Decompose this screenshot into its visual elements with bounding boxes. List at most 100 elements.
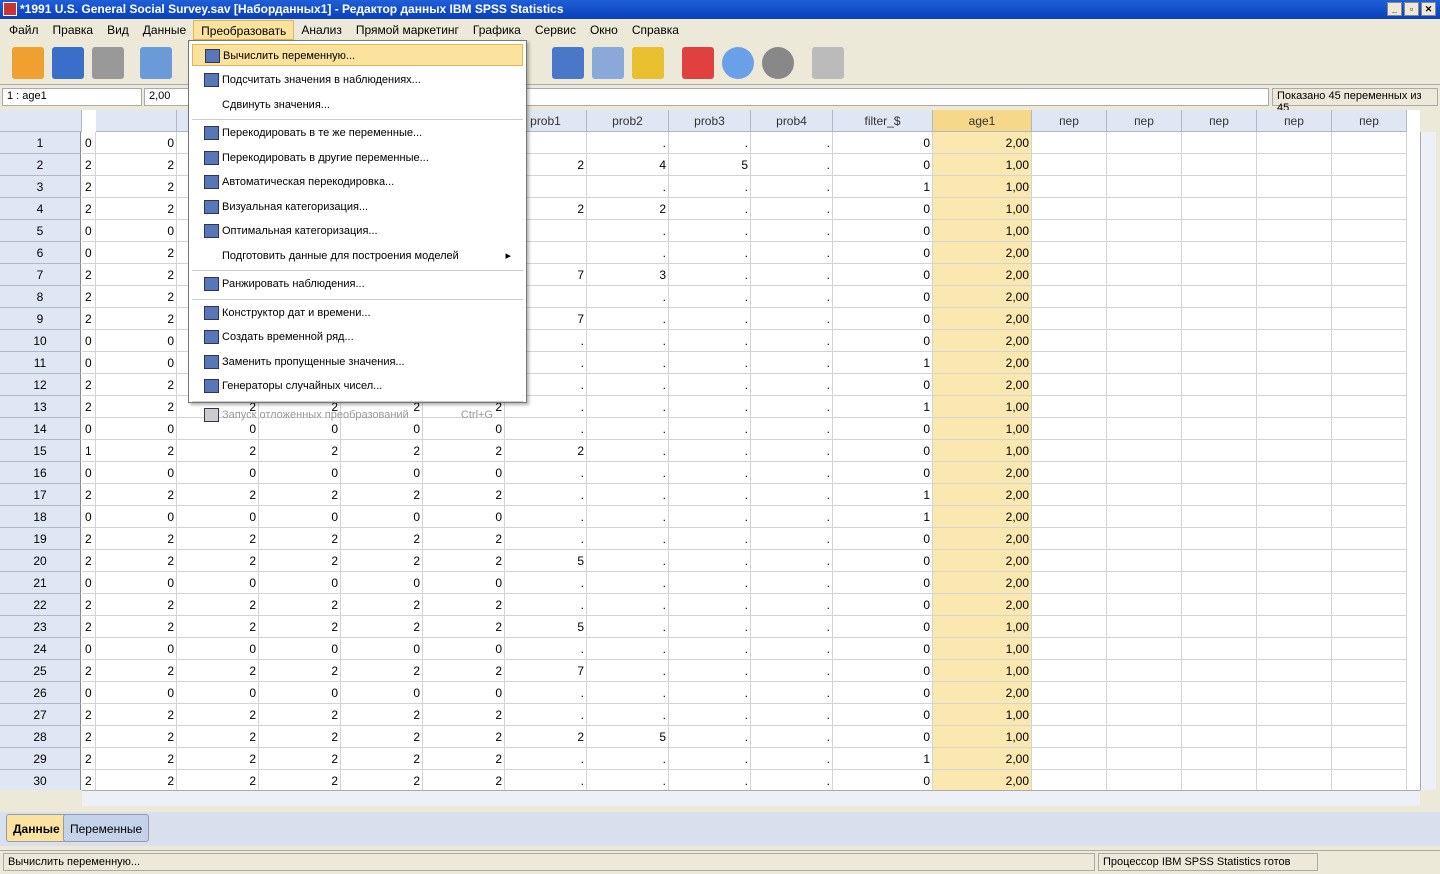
cell[interactable]: 2 [177,616,259,638]
menu-item[interactable]: Перекодировать в другие переменные... [192,147,523,169]
cell[interactable]: 2 [96,616,177,638]
empty-cell[interactable] [1332,726,1407,748]
row-number[interactable]: 27 [0,704,81,726]
empty-cell[interactable] [1107,198,1182,220]
cell[interactable]: . [669,550,751,572]
cell[interactable]: 0 [833,132,933,154]
cell[interactable]: . [505,704,587,726]
cell[interactable]: . [669,726,751,748]
empty-cell[interactable] [1182,594,1257,616]
empty-cell[interactable] [1107,220,1182,242]
cell[interactable]: 0 [82,462,96,484]
row-number[interactable]: 28 [0,726,81,748]
cell[interactable]: 2,00 [933,572,1032,594]
cell[interactable]: 1,00 [933,616,1032,638]
cell[interactable]: 2 [96,374,177,396]
empty-cell[interactable] [1032,748,1107,770]
cell[interactable]: . [751,286,833,308]
cell[interactable]: 1 [82,440,96,462]
cell[interactable]: 0 [96,682,177,704]
empty-cell[interactable] [1257,704,1332,726]
cell[interactable]: 0 [833,462,933,484]
cell[interactable]: . [669,704,751,726]
cell[interactable]: . [669,616,751,638]
cell[interactable]: 2 [423,616,505,638]
cell[interactable]: . [669,176,751,198]
empty-cell[interactable] [1332,242,1407,264]
empty-cell[interactable] [1257,550,1332,572]
cell[interactable]: 0 [341,572,423,594]
cell[interactable]: . [587,550,669,572]
cell[interactable]: . [505,528,587,550]
cell[interactable]: 0 [833,660,933,682]
cell[interactable]: . [751,572,833,594]
empty-cell[interactable] [1257,594,1332,616]
cell[interactable]: 0 [96,418,177,440]
cell[interactable]: 0 [833,594,933,616]
empty-cell[interactable] [1032,374,1107,396]
empty-cell[interactable] [1032,770,1107,790]
tab-data[interactable]: Данные [6,814,67,842]
cell[interactable]: . [669,396,751,418]
row-number[interactable]: 1 [0,132,81,154]
empty-cell[interactable] [1182,440,1257,462]
empty-cell[interactable] [1032,264,1107,286]
menu-8[interactable]: Сервис [528,20,583,40]
cell[interactable]: 0 [82,638,96,660]
cell[interactable]: 2 [96,550,177,572]
cell[interactable]: 0 [177,506,259,528]
cell[interactable]: 2 [505,440,587,462]
empty-cell[interactable] [1332,198,1407,220]
row-number[interactable]: 13 [0,396,81,418]
restore-button[interactable]: ▫ [1404,2,1419,16]
cell[interactable]: 0 [96,462,177,484]
cell[interactable]: 0 [833,704,933,726]
cell[interactable]: . [751,440,833,462]
empty-cell[interactable] [1107,638,1182,660]
empty-cell[interactable] [1257,638,1332,660]
cell[interactable]: 0 [833,682,933,704]
col-header[interactable]: пер [1032,110,1107,132]
empty-cell[interactable] [1332,748,1407,770]
empty-cell[interactable] [1032,616,1107,638]
empty-cell[interactable] [1182,286,1257,308]
cell[interactable]: . [669,506,751,528]
empty-cell[interactable] [1332,770,1407,790]
cell[interactable]: . [587,594,669,616]
menu-5[interactable]: Анализ [294,20,349,40]
empty-cell[interactable] [1257,726,1332,748]
cell[interactable]: 2 [82,374,96,396]
menu-item[interactable]: Подсчитать значения в наблюдениях... [192,69,523,91]
row-number[interactable]: 23 [0,616,81,638]
col-header[interactable]: пер [1182,110,1257,132]
cell[interactable]: 2 [177,550,259,572]
empty-cell[interactable] [1107,506,1182,528]
cell[interactable]: 0 [96,572,177,594]
cell[interactable]: 2 [82,770,96,790]
cell[interactable]: . [669,242,751,264]
cell[interactable]: . [587,418,669,440]
empty-cell[interactable] [1032,198,1107,220]
empty-cell[interactable] [1332,352,1407,374]
cell[interactable]: . [751,418,833,440]
horizontal-scrollbar[interactable] [82,790,1420,806]
cell[interactable]: 2 [177,528,259,550]
menu-item[interactable]: Перекодировать в те же переменные... [192,122,523,144]
empty-cell[interactable] [1107,286,1182,308]
col-header[interactable]: пер [1257,110,1332,132]
cell[interactable]: . [751,506,833,528]
menu-item[interactable]: Вычислить переменную... [192,44,523,66]
menu-7[interactable]: Графика [466,20,528,40]
cell[interactable]: 2 [96,440,177,462]
empty-cell[interactable] [1257,440,1332,462]
empty-cell[interactable] [1032,352,1107,374]
cell[interactable]: 0 [833,308,933,330]
empty-cell[interactable] [1332,220,1407,242]
empty-cell[interactable] [1332,132,1407,154]
cell[interactable]: 0 [177,682,259,704]
cell[interactable]: 2,00 [933,594,1032,616]
cell[interactable]: 1,00 [933,440,1032,462]
cell[interactable]: . [751,462,833,484]
empty-cell[interactable] [1182,770,1257,790]
col-header[interactable]: prob3 [669,110,751,132]
